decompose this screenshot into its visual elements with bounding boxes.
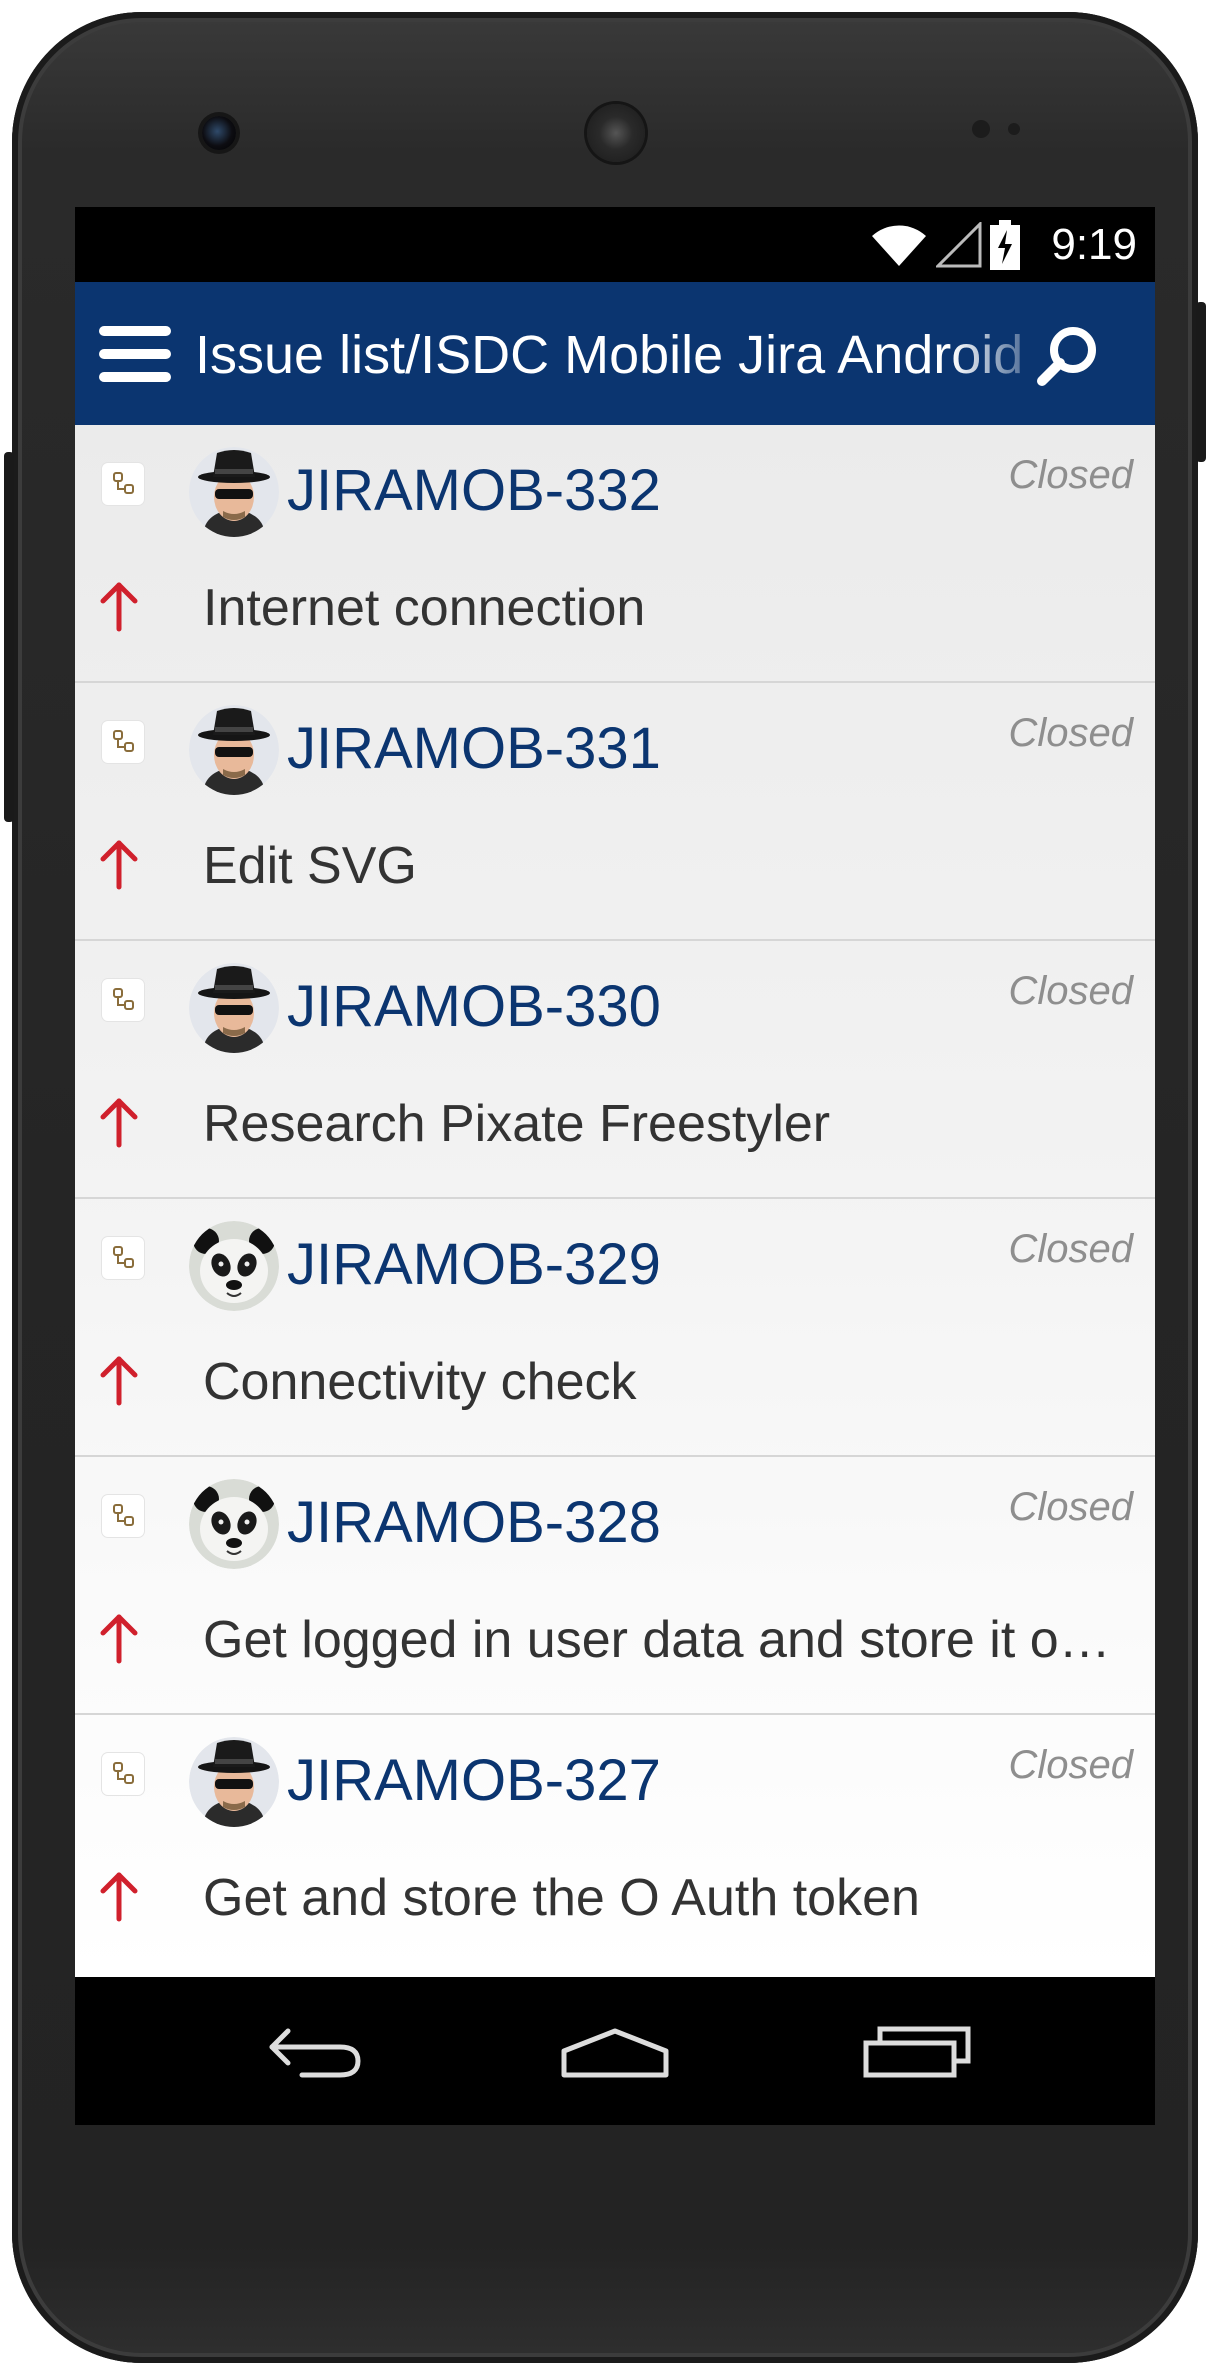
user-avatar-hat	[189, 705, 279, 795]
light-sensor	[1008, 123, 1020, 135]
battery-charging-icon	[990, 220, 1020, 270]
issue-list-item[interactable]: JIRAMOB-327 Closed Get and store the O A…	[75, 1715, 1155, 1977]
issue-list-item[interactable]: JIRAMOB-329 Closed Connectivity check	[75, 1199, 1155, 1457]
major-priority-arrow-icon	[100, 1356, 138, 1406]
subtask-icon	[102, 979, 144, 1021]
major-priority-arrow-icon	[100, 1614, 138, 1664]
screen: 9:19 Issue list/ISDC Mobile Jira Android	[75, 207, 1155, 2125]
issue-key: JIRAMOB-327	[287, 1748, 661, 1813]
recents-icon[interactable]	[862, 2013, 972, 2089]
cell-signal-icon	[936, 222, 982, 268]
user-avatar-hat	[189, 447, 279, 537]
issue-status: Closed	[1008, 1743, 1133, 1787]
home-icon[interactable]	[560, 2013, 670, 2089]
issue-status: Closed	[1008, 1485, 1133, 1529]
subtask-icon	[102, 721, 144, 763]
subtask-icon	[102, 1753, 144, 1795]
issue-key: JIRAMOB-329	[287, 1232, 661, 1297]
issue-list-item[interactable]: JIRAMOB-332 Closed Internet connection	[75, 425, 1155, 683]
issue-list: JIRAMOB-332 Closed Internet connection J…	[75, 425, 1155, 1977]
issue-summary: Internet connection	[203, 579, 646, 637]
subtask-icon	[102, 463, 144, 505]
major-priority-arrow-icon	[100, 840, 138, 890]
major-priority-arrow-icon	[100, 582, 138, 632]
front-camera	[202, 116, 236, 150]
issue-list-item[interactable]: JIRAMOB-331 Closed Edit SVG	[75, 683, 1155, 941]
issue-list-item[interactable]: JIRAMOB-330 Closed Research Pixate Frees…	[75, 941, 1155, 1199]
volume-button	[4, 452, 14, 822]
issue-summary: Get and store the O Auth token	[203, 1869, 920, 1927]
earpiece-speaker	[587, 104, 645, 162]
issue-summary: Research Pixate Freestyler	[203, 1095, 831, 1153]
issue-summary: Connectivity check	[203, 1353, 637, 1411]
issue-status: Closed	[1008, 1227, 1133, 1271]
issue-status: Closed	[1008, 969, 1133, 1013]
issue-key: JIRAMOB-330	[287, 974, 661, 1039]
status-time: 9:19	[1051, 220, 1137, 269]
issue-key: JIRAMOB-331	[287, 716, 661, 781]
wifi-icon	[872, 225, 926, 266]
power-button	[1196, 302, 1206, 462]
issue-summary: Edit SVG	[203, 837, 417, 895]
user-avatar-panda	[189, 1221, 279, 1311]
major-priority-arrow-icon	[100, 1098, 138, 1148]
subtask-icon	[102, 1495, 144, 1537]
issue-summary: Get logged in user data and store it on…	[203, 1611, 1133, 1669]
app-bar: Issue list/ISDC Mobile Jira Android	[75, 282, 1155, 425]
issue-status: Closed	[1008, 711, 1133, 755]
proximity-sensor	[972, 120, 990, 138]
status-bar: 9:19	[75, 207, 1155, 282]
user-avatar-hat	[189, 1737, 279, 1827]
page-title: Issue list/ISDC Mobile Jira Android	[195, 325, 1024, 385]
issue-list-item[interactable]: JIRAMOB-328 Closed Get logged in user da…	[75, 1457, 1155, 1715]
back-icon[interactable]	[262, 2013, 372, 2089]
user-avatar-panda	[189, 1479, 279, 1569]
major-priority-arrow-icon	[100, 1872, 138, 1922]
subtask-icon	[102, 1237, 144, 1279]
search-icon[interactable]	[1035, 324, 1099, 388]
issue-key: JIRAMOB-332	[287, 458, 661, 523]
issue-status: Closed	[1008, 453, 1133, 497]
status-icons	[870, 219, 1020, 271]
phone-frame: 9:19 Issue list/ISDC Mobile Jira Android	[4, 12, 1206, 2363]
navigation-bar	[75, 1977, 1155, 2125]
issue-key: JIRAMOB-328	[287, 1490, 661, 1555]
user-avatar-hat	[189, 963, 279, 1053]
hamburger-menu-icon[interactable]	[99, 326, 171, 382]
